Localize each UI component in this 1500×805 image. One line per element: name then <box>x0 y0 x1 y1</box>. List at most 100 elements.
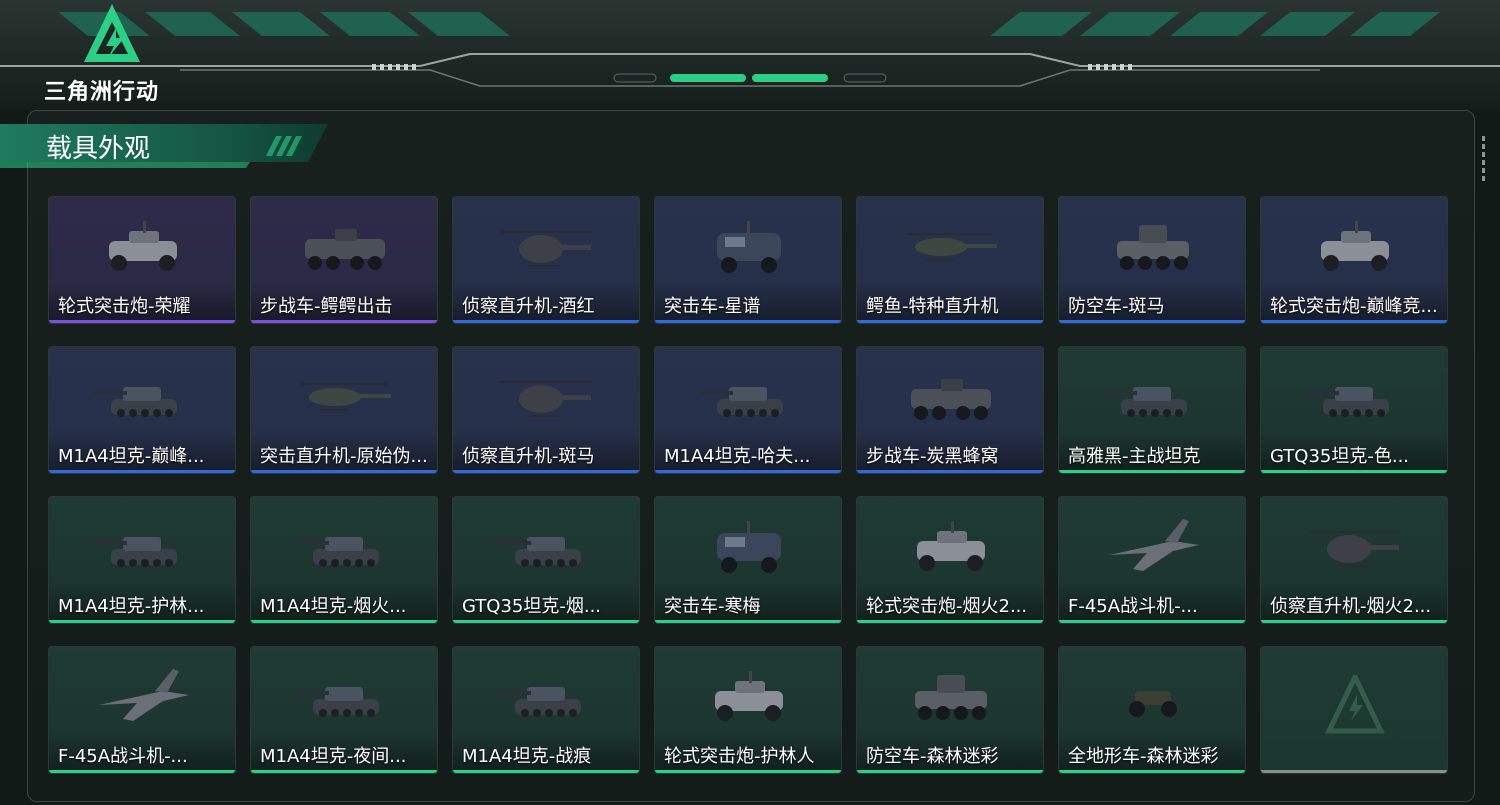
rarity-bar <box>655 770 841 773</box>
wheeled-assault-gun-icon <box>699 661 799 731</box>
vehicle-skin-card[interactable]: 全地形车-森林迷彩 <box>1058 646 1246 774</box>
rarity-bar <box>655 320 841 323</box>
vehicle-skin-label: M1A4坦克-夜间... <box>260 746 407 767</box>
vehicle-skin-label: 高雅黑-主战坦克 <box>1068 446 1201 467</box>
top-header: 三角洲行动 <box>0 0 1500 110</box>
header-decoration <box>0 12 1500 87</box>
fighter-jet-icon <box>93 661 193 731</box>
vehicle-skin-label: M1A4坦克-护林... <box>58 596 205 617</box>
rarity-bar <box>1059 470 1245 473</box>
scout-helicopter-icon <box>497 211 597 281</box>
empty-skin-slot <box>1260 646 1448 774</box>
vehicle-skin-label: M1A4坦克-战痕 <box>462 746 592 767</box>
rarity-bar <box>49 620 235 623</box>
rarity-bar <box>1059 620 1245 623</box>
vehicle-skin-label: F-45A战斗机-... <box>58 746 188 767</box>
vehicle-skin-label: 轮式突击炮-荣耀 <box>58 296 191 317</box>
vehicle-skin-card[interactable]: M1A4坦克-战痕 <box>452 646 640 774</box>
vehicle-skin-card[interactable]: M1A4坦克-夜间... <box>250 646 438 774</box>
rarity-bar <box>1261 620 1447 623</box>
vehicle-skin-label: 防空车-森林迷彩 <box>866 746 999 767</box>
anti-air-vehicle-icon <box>901 661 1001 731</box>
vehicle-skin-label: 突击车-寒梅 <box>664 596 761 617</box>
rarity-bar <box>1261 770 1447 773</box>
vehicle-skin-label: 突击车-星谱 <box>664 296 761 317</box>
rarity-bar <box>251 470 437 473</box>
vehicle-skin-card[interactable]: M1A4坦克-护林... <box>48 496 236 624</box>
rarity-bar <box>655 470 841 473</box>
vehicle-skin-card[interactable]: 高雅黑-主战坦克 <box>1058 346 1246 474</box>
vehicle-skin-card[interactable]: 侦察直升机-酒红 <box>452 196 640 324</box>
rarity-bar <box>857 320 1043 323</box>
vehicle-skin-card[interactable]: 突击车-寒梅 <box>654 496 842 624</box>
vehicle-skin-card[interactable]: 轮式突击炮-巅峰竞... <box>1260 196 1448 324</box>
vehicle-skin-label: 突击直升机-原始伪... <box>260 446 428 467</box>
vehicle-skin-card[interactable]: F-45A战斗机-... <box>48 646 236 774</box>
vehicle-skin-card[interactable]: 鳄鱼-特种直升机 <box>856 196 1044 324</box>
tank-icon <box>93 511 193 581</box>
vehicle-skin-card[interactable]: 侦察直升机-斑马 <box>452 346 640 474</box>
atv-icon <box>1103 661 1203 731</box>
vehicle-skin-label: M1A4坦克-巅峰... <box>58 446 205 467</box>
vehicle-skin-card[interactable]: 轮式突击炮-护林人 <box>654 646 842 774</box>
vehicle-skin-card[interactable]: 突击直升机-原始伪... <box>250 346 438 474</box>
delta-logo-icon <box>84 4 140 62</box>
vehicle-skin-label: M1A4坦克-烟火... <box>260 596 407 617</box>
tank-icon <box>93 361 193 431</box>
vehicle-skin-card[interactable]: 侦察直升机-烟火2... <box>1260 496 1448 624</box>
rarity-bar <box>857 770 1043 773</box>
rarity-bar <box>251 320 437 323</box>
vehicle-skin-label: F-45A战斗机-... <box>1068 596 1198 617</box>
logo-text: 三角洲行动 <box>44 80 160 105</box>
vehicle-skin-label: 步战车-鳄鳄出击 <box>260 296 393 317</box>
rarity-bar <box>1059 320 1245 323</box>
vehicle-skin-card[interactable]: 防空车-森林迷彩 <box>856 646 1044 774</box>
tank-icon <box>699 361 799 431</box>
scout-helicopter-icon <box>1305 511 1405 581</box>
vehicle-skin-card[interactable]: 步战车-炭黑蜂窝 <box>856 346 1044 474</box>
rarity-bar <box>1261 470 1447 473</box>
vehicle-skin-card[interactable]: M1A4坦克-哈夫... <box>654 346 842 474</box>
rarity-bar <box>49 320 235 323</box>
wheeled-assault-gun-icon <box>1305 211 1405 281</box>
rarity-bar <box>49 770 235 773</box>
tank-icon <box>295 511 395 581</box>
vehicle-skin-label: 轮式突击炮-巅峰竞... <box>1270 296 1438 317</box>
vehicle-skin-card[interactable]: GTQ35坦克-烟... <box>452 496 640 624</box>
rarity-bar <box>655 620 841 623</box>
rarity-bar <box>1059 770 1245 773</box>
vehicle-skin-label: 防空车-斑马 <box>1068 296 1165 317</box>
infantry-fighting-vehicle-icon <box>295 211 395 281</box>
logo: 三角洲行动 <box>44 0 184 105</box>
attack-helicopter-icon <box>295 361 395 431</box>
vehicle-skin-card[interactable]: 防空车-斑马 <box>1058 196 1246 324</box>
vehicle-skin-card[interactable]: 轮式突击炮-烟火2... <box>856 496 1044 624</box>
vehicle-skin-label: 全地形车-森林迷彩 <box>1068 746 1219 767</box>
vehicle-skin-grid: 轮式突击炮-荣耀 步战车-鳄鳄出击 侦察直升机-酒红突击车-星谱 鳄鱼-特种直升机防空… <box>48 196 1450 776</box>
rarity-bar <box>857 620 1043 623</box>
vehicle-skin-label: 轮式突击炮-烟火2... <box>866 596 1028 617</box>
vehicle-skin-card[interactable]: M1A4坦克-巅峰... <box>48 346 236 474</box>
rarity-bar <box>453 620 639 623</box>
vehicle-skin-label: GTQ35坦克-烟... <box>462 596 602 617</box>
wheeled-assault-gun-icon <box>93 211 193 281</box>
delta-watermark-icon <box>1325 671 1385 735</box>
vehicle-skin-label: 轮式突击炮-护林人 <box>664 746 815 767</box>
fighter-jet-icon <box>1103 511 1203 581</box>
vehicle-skin-label: GTQ35坦克-色... <box>1270 446 1410 467</box>
rarity-bar <box>251 620 437 623</box>
tank-icon <box>497 661 597 731</box>
vehicle-skin-card[interactable]: M1A4坦克-烟火... <box>250 496 438 624</box>
scout-helicopter-icon <box>497 361 597 431</box>
scrollbar[interactable] <box>1482 136 1486 182</box>
anti-air-vehicle-icon <box>1103 211 1203 281</box>
vehicle-skin-label: M1A4坦克-哈夫... <box>664 446 811 467</box>
vehicle-skin-card[interactable]: GTQ35坦克-色... <box>1260 346 1448 474</box>
vehicle-skin-label: 步战车-炭黑蜂窝 <box>866 446 999 467</box>
vehicle-skin-card[interactable]: 步战车-鳄鳄出击 <box>250 196 438 324</box>
vehicle-skin-card[interactable]: 轮式突击炮-荣耀 <box>48 196 236 324</box>
rarity-bar <box>251 770 437 773</box>
assault-vehicle-icon <box>699 211 799 281</box>
vehicle-skin-card[interactable]: 突击车-星谱 <box>654 196 842 324</box>
vehicle-skin-card[interactable]: F-45A战斗机-... <box>1058 496 1246 624</box>
